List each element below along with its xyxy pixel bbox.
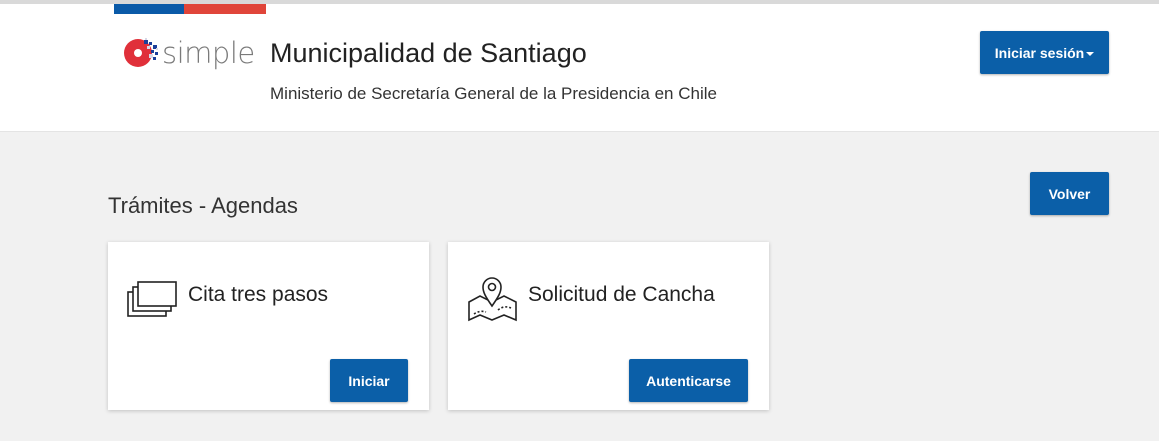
- simple-logo[interactable]: simple: [122, 34, 255, 72]
- login-button-label: Iniciar sesión: [994, 44, 1085, 61]
- back-button[interactable]: Volver: [1030, 172, 1109, 215]
- stacked-pages-icon: [127, 281, 177, 317]
- logo-text: simple: [162, 36, 255, 70]
- section-title: Trámites - Agendas: [108, 193, 298, 218]
- procedure-card: Solicitud de Cancha Autenticarse: [448, 242, 769, 410]
- flag-blue-segment: [114, 4, 184, 14]
- procedure-card: Cita tres pasos Iniciar: [108, 242, 429, 410]
- caret-down-icon: [1086, 51, 1095, 56]
- card-title: Solicitud de Cancha: [528, 283, 715, 306]
- login-dropdown-button[interactable]: Iniciar sesión: [980, 31, 1109, 74]
- simple-logo-mark-icon: [124, 38, 158, 67]
- organization-subtitle: Ministerio de Secretaría General de la P…: [270, 84, 717, 103]
- organization-title: Municipalidad de Santiago: [270, 38, 587, 68]
- card-title: Cita tres pasos: [188, 283, 329, 306]
- authenticate-button[interactable]: Autenticarse: [629, 359, 748, 402]
- flag-red-segment: [184, 4, 266, 14]
- start-button[interactable]: Iniciar: [330, 359, 408, 402]
- site-header: simple Municipalidad de Santiago Ministe…: [0, 4, 1159, 132]
- map-pin-icon: [468, 277, 517, 322]
- chile-flag-stripe: [114, 4, 266, 14]
